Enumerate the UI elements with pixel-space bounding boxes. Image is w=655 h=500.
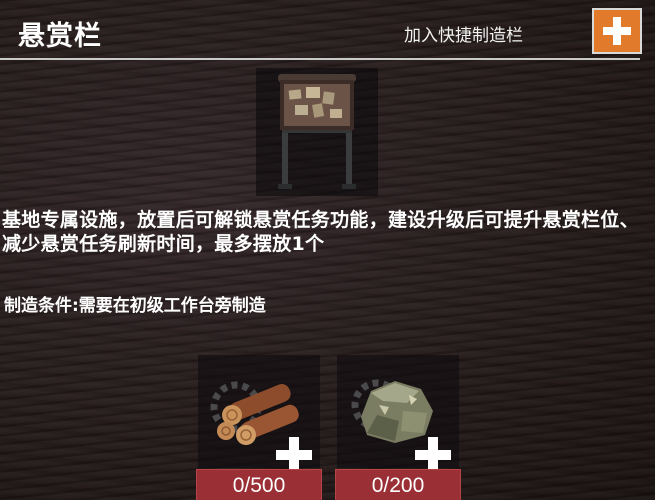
panel-title: 悬赏栏 [18, 21, 102, 52]
item-preview [256, 68, 378, 196]
material-slot-stone[interactable] [337, 355, 459, 473]
bounty-board-icon [278, 74, 356, 189]
quick-craft-label: 加入快捷制造栏 [404, 26, 523, 46]
material-slot-wood[interactable] [198, 355, 320, 473]
craft-condition: 制造条件:需要在初级工作台旁制造 [4, 296, 266, 316]
material-count-wood: 0/500 [196, 469, 322, 500]
add-to-quick-craft-button[interactable] [592, 8, 642, 54]
material-count-stone: 0/200 [335, 469, 461, 500]
header-divider [0, 58, 640, 60]
item-description: 基地专属设施，放置后可解锁悬赏任务功能，建设升级后可提升悬赏栏位、减少悬赏任务刷… [2, 209, 639, 255]
